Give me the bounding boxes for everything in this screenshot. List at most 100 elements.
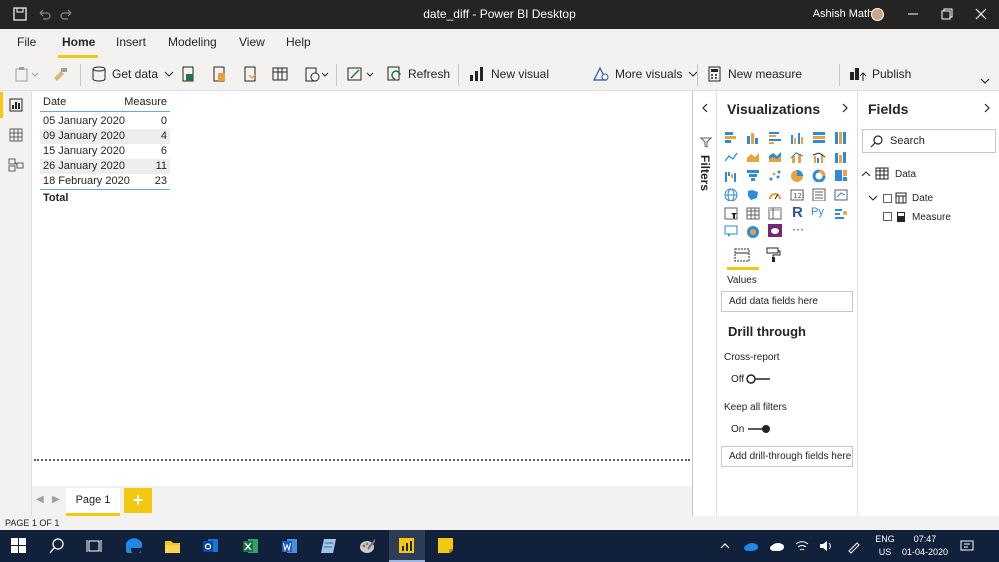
collapse-ribbon-icon[interactable] [978,76,992,86]
column-header-measure[interactable]: Measure [124,96,167,108]
ribbon-chart-icon[interactable] [834,150,848,163]
sticky-notes-icon[interactable] [437,537,453,553]
key-influencers-icon[interactable] [834,207,848,220]
field-checkbox-date[interactable] [883,194,892,203]
python-visual-icon[interactable]: Py [811,206,829,220]
pen-icon[interactable] [847,540,863,556]
treemap-icon[interactable] [834,169,848,182]
sql-source-icon[interactable] [242,66,258,82]
clustered-column-icon[interactable] [790,131,804,144]
onedrive-icon[interactable] [743,540,759,556]
onedrive-personal-icon[interactable] [769,540,785,556]
100-stacked-column-icon[interactable] [834,131,848,144]
new-visual-button[interactable]: New visual [468,66,549,82]
excel-icon[interactable] [242,537,258,553]
file-explorer-icon[interactable] [164,538,180,554]
menu-modeling[interactable]: Modeling [168,35,217,49]
clustered-bar-icon[interactable] [768,131,782,144]
notepad-icon[interactable] [320,537,336,553]
filters-label[interactable]: Filters [696,155,712,195]
get-data-button[interactable]: Get data [91,66,181,82]
gauge-icon[interactable] [768,188,782,201]
add-page-button[interactable]: + [124,488,152,513]
chevron-up-icon[interactable] [719,540,735,556]
data-view-icon[interactable] [9,128,23,142]
notifications-icon[interactable] [960,539,976,555]
paste-button[interactable] [14,66,43,82]
stacked-bar-icon[interactable] [724,131,738,144]
scatter-icon[interactable] [768,169,782,182]
system-clock[interactable]: 07:47 01-04-2020 [900,533,950,559]
r-visual-icon[interactable]: R [792,204,806,221]
new-measure-button[interactable]: New measure [707,66,802,82]
minimize-icon[interactable] [905,6,921,22]
qa-icon[interactable] [746,225,760,238]
donut-icon[interactable] [812,169,826,182]
stacked-column-icon[interactable] [746,131,760,144]
chevron-up-icon[interactable] [861,169,871,179]
paint-icon[interactable] [359,537,375,553]
avatar[interactable] [871,8,884,21]
wifi-icon[interactable] [795,540,811,556]
edge-browser-icon[interactable] [126,537,142,553]
windows-start-icon[interactable] [11,538,27,554]
volume-icon[interactable] [819,540,835,556]
format-paint-roller-icon[interactable] [765,247,781,263]
refresh-button[interactable]: Refresh [387,66,450,82]
expand-filters-icon[interactable] [700,102,710,114]
field-date[interactable]: Date [912,193,933,204]
next-page-icon[interactable]: ▶ [52,494,60,505]
decomposition-tree-icon[interactable] [724,225,738,238]
keep-filters-toggle[interactable] [746,423,772,435]
menu-file[interactable]: File [17,35,36,49]
menu-home[interactable]: Home [62,35,95,49]
table-icon[interactable] [746,207,760,220]
custom-visual-icon[interactable] [768,224,782,237]
matrix-icon[interactable] [768,207,782,220]
multi-row-card-icon[interactable] [812,188,826,201]
line-column-icon[interactable] [790,150,804,163]
column-header-date[interactable]: Date [43,96,66,108]
menu-view[interactable]: View [239,35,265,49]
task-view-icon[interactable] [86,538,102,554]
drill-through-drop-zone[interactable]: Add drill-through fields here [721,446,853,467]
menu-insert[interactable]: Insert [116,35,146,49]
line-clustered-column-icon[interactable] [812,150,826,163]
report-view-icon[interactable] [9,98,23,112]
recent-sources-button[interactable] [304,66,335,82]
field-measure[interactable]: Measure [912,212,951,223]
cross-report-toggle[interactable] [746,373,772,385]
prev-page-icon[interactable]: ◀ [36,494,44,505]
area-chart-icon[interactable] [746,150,760,163]
line-chart-icon[interactable] [724,150,738,163]
map-icon[interactable] [724,188,738,201]
close-icon[interactable] [973,6,989,22]
page-tab[interactable]: Page 1 [66,488,120,516]
restore-icon[interactable] [939,6,955,22]
enter-data-icon[interactable] [272,66,288,82]
input-language[interactable]: ENG US [874,533,896,559]
kpi-icon[interactable] [834,188,848,201]
format-painter-button[interactable] [52,66,73,82]
pie-icon[interactable] [790,169,804,182]
model-view-icon[interactable] [8,158,24,172]
filled-map-icon[interactable] [746,188,760,201]
funnel-icon[interactable] [746,169,760,182]
excel-source-icon[interactable] [180,66,196,82]
more-options-icon[interactable]: ··· [792,222,806,236]
search-icon[interactable] [49,538,65,554]
field-checkbox-measure[interactable] [883,212,892,221]
100-stacked-bar-icon[interactable] [812,131,826,144]
values-drop-zone[interactable]: Add data fields here [721,291,853,312]
dataset-source-icon[interactable] [211,66,227,82]
table-name-data[interactable]: Data [895,169,916,180]
more-visuals-button[interactable]: More visuals [592,66,705,82]
word-icon[interactable] [281,537,297,553]
publish-button[interactable]: Publish [849,66,911,82]
menu-help[interactable]: Help [286,35,311,49]
card-icon[interactable]: 123 [790,188,804,201]
waterfall-icon[interactable] [724,169,738,182]
collapse-fields-icon[interactable] [982,102,992,114]
chevron-down-icon[interactable] [868,193,878,203]
transform-data-button[interactable] [347,66,380,82]
